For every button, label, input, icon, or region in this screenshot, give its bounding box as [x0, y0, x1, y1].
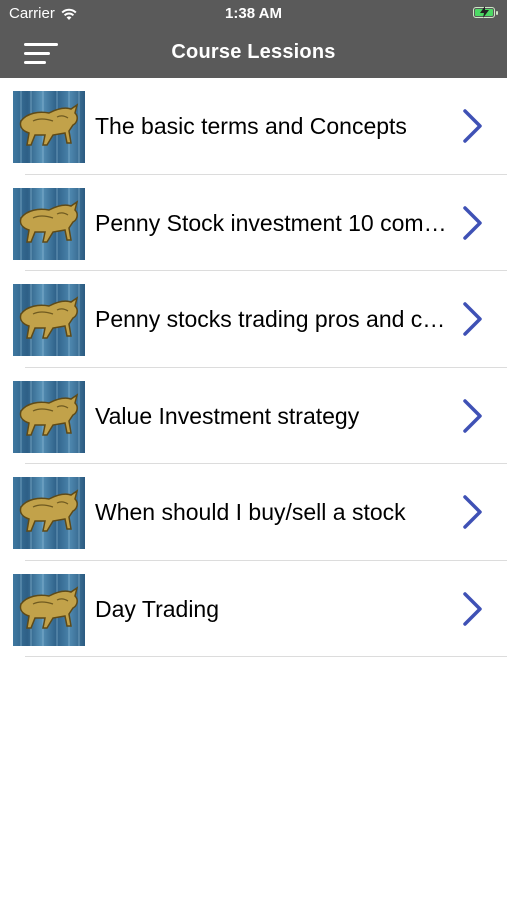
bull-icon — [19, 573, 80, 646]
chevron-right-icon[interactable] — [461, 108, 485, 144]
chevron-right-icon[interactable] — [461, 301, 485, 337]
chevron-right-icon[interactable] — [461, 398, 485, 434]
lesson-list: The basic terms and Concepts Penny Stock… — [0, 78, 507, 657]
navigation-bar: Course Lessions — [0, 28, 507, 78]
lesson-thumbnail — [13, 91, 85, 163]
lesson-row[interactable]: The basic terms and Concepts — [0, 78, 507, 175]
bull-icon — [19, 284, 80, 356]
lesson-thumbnail — [13, 477, 85, 549]
bull-icon — [19, 477, 80, 549]
lesson-title: The basic terms and Concepts — [95, 113, 407, 139]
bull-icon — [19, 380, 80, 453]
lesson-thumbnail — [13, 187, 85, 260]
status-bar: Carrier 1:38 AM — [0, 0, 507, 28]
lesson-title: Penny Stock investment 10 commandments — [95, 209, 450, 236]
bull-icon — [19, 187, 80, 260]
lesson-row[interactable]: Value Investment strategy — [0, 368, 507, 464]
status-time: 1:38 AM — [225, 5, 282, 22]
chevron-right-icon[interactable] — [461, 205, 485, 241]
lesson-title: Value Investment strategy — [95, 402, 360, 429]
lesson-row[interactable]: Penny Stock investment 10 commandments — [0, 175, 507, 271]
lesson-title: When should I buy/sell a stock — [95, 499, 406, 525]
chevron-right-icon[interactable] — [461, 494, 485, 530]
row-separator — [25, 656, 507, 657]
lesson-thumbnail — [13, 573, 85, 646]
charging-bolt-icon — [480, 6, 489, 18]
lesson-row[interactable]: Day Trading — [0, 561, 507, 657]
battery-icon — [473, 6, 498, 18]
chevron-right-icon[interactable] — [461, 591, 485, 627]
lesson-title: Day Trading — [95, 595, 220, 622]
lesson-thumbnail — [13, 380, 85, 453]
page-title: Course Lessions — [171, 41, 336, 63]
lesson-row[interactable]: When should I buy/sell a stock — [0, 464, 507, 561]
lesson-thumbnail — [13, 284, 85, 356]
lesson-title: Penny stocks trading pros and cons — [95, 306, 450, 332]
lesson-row[interactable]: Penny stocks trading pros and cons — [0, 271, 507, 368]
bull-icon — [19, 91, 80, 163]
